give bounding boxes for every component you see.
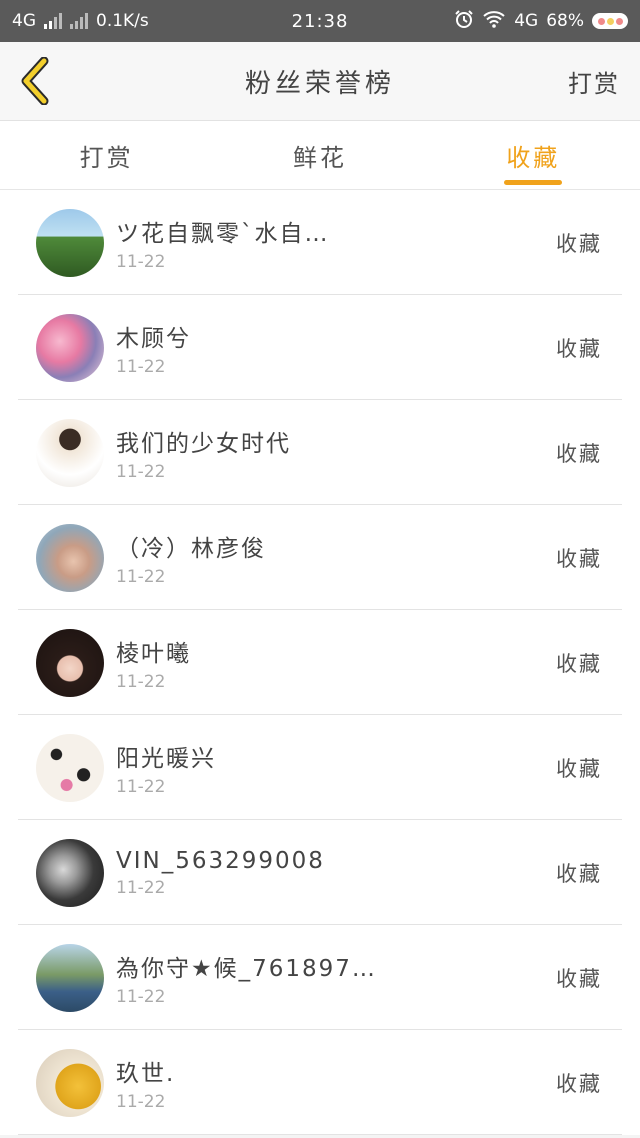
row-type-label: 收藏	[556, 231, 602, 256]
status-bar: 4G 0.1K/s 21:38 4G 68%	[0, 0, 640, 42]
row-type-label: 收藏	[556, 546, 602, 571]
clock: 21:38	[291, 10, 349, 32]
tab-favorites[interactable]: 收藏	[427, 121, 640, 189]
list-item[interactable]: 玖世. 11-22 收藏	[0, 1030, 640, 1135]
avatar	[36, 313, 104, 382]
battery-icon	[592, 13, 628, 29]
row-type-label: 收藏	[556, 651, 602, 676]
fan-name: ツ花自飘零`水自…	[116, 220, 330, 247]
row-type-label: 收藏	[556, 441, 602, 466]
row-type-label: 收藏	[556, 756, 602, 781]
list-item[interactable]: 阳光暖兴 11-22 收藏	[0, 715, 640, 820]
tab-flowers[interactable]: 鲜花	[213, 121, 426, 189]
fan-name: VIN_563299008	[116, 847, 325, 874]
navigation-bar: 粉丝荣誉榜 打赏	[0, 42, 640, 121]
back-button[interactable]	[0, 42, 70, 120]
tab-reward[interactable]: 打赏	[0, 121, 213, 189]
fan-name: 為你守★候_761897…	[116, 955, 376, 982]
fan-name: （冷）林彦俊	[116, 535, 266, 562]
tab-bar: 打赏 鲜花 收藏	[0, 121, 640, 190]
row-type-label: 收藏	[556, 1071, 602, 1096]
row-type-label: 收藏	[556, 861, 602, 886]
list-item[interactable]: VIN_563299008 11-22 收藏	[0, 820, 640, 925]
fan-name: 木顾兮	[116, 325, 191, 352]
fan-date: 11-22	[116, 461, 166, 482]
fan-date: 11-22	[116, 356, 166, 377]
fan-date: 11-22	[116, 877, 166, 898]
signal-icon-2	[70, 13, 88, 29]
battery-percent: 68%	[546, 11, 584, 31]
reward-button[interactable]: 打赏	[568, 64, 620, 99]
avatar	[36, 208, 104, 277]
list-item[interactable]: 我们的少女时代 11-22 收藏	[0, 400, 640, 505]
fan-date: 11-22	[116, 251, 166, 272]
network-type-left: 4G	[12, 11, 36, 31]
signal-icon	[44, 13, 62, 29]
row-type-label: 收藏	[556, 336, 602, 361]
fan-date: 11-22	[116, 776, 166, 797]
fan-date: 11-22	[116, 1091, 166, 1112]
list-item[interactable]: 為你守★候_761897… 11-22 收藏	[0, 925, 640, 1030]
list-item[interactable]: （冷）林彦俊 11-22 收藏	[0, 505, 640, 610]
list-item[interactable]: 棱叶曦 11-22 收藏	[0, 610, 640, 715]
avatar	[36, 733, 104, 802]
fan-date: 11-22	[116, 566, 166, 587]
alarm-icon	[454, 9, 474, 34]
list-item[interactable]: ツ花自飘零`水自… 11-22 收藏	[0, 190, 640, 295]
fan-list: ツ花自飘零`水自… 11-22 收藏 木顾兮 11-22 收藏 我们的少女时代 …	[0, 190, 640, 1135]
wifi-icon	[482, 10, 506, 33]
avatar	[36, 1048, 104, 1117]
avatar	[36, 628, 104, 697]
row-type-label: 收藏	[556, 966, 602, 991]
avatar	[36, 838, 104, 907]
fan-name: 玖世.	[116, 1060, 176, 1087]
avatar	[36, 943, 104, 1012]
fan-date: 11-22	[116, 671, 166, 692]
fan-name: 阳光暖兴	[116, 745, 216, 772]
list-item[interactable]: 木顾兮 11-22 收藏	[0, 295, 640, 400]
avatar	[36, 523, 104, 592]
network-speed: 0.1K/s	[96, 11, 149, 31]
fan-name: 我们的少女时代	[116, 430, 291, 457]
fan-name: 棱叶曦	[116, 640, 191, 667]
avatar	[36, 418, 104, 487]
fan-date: 11-22	[116, 986, 166, 1007]
chevron-left-icon	[21, 57, 49, 105]
network-type-right: 4G	[514, 11, 539, 31]
page-title: 粉丝荣誉榜	[244, 68, 396, 99]
